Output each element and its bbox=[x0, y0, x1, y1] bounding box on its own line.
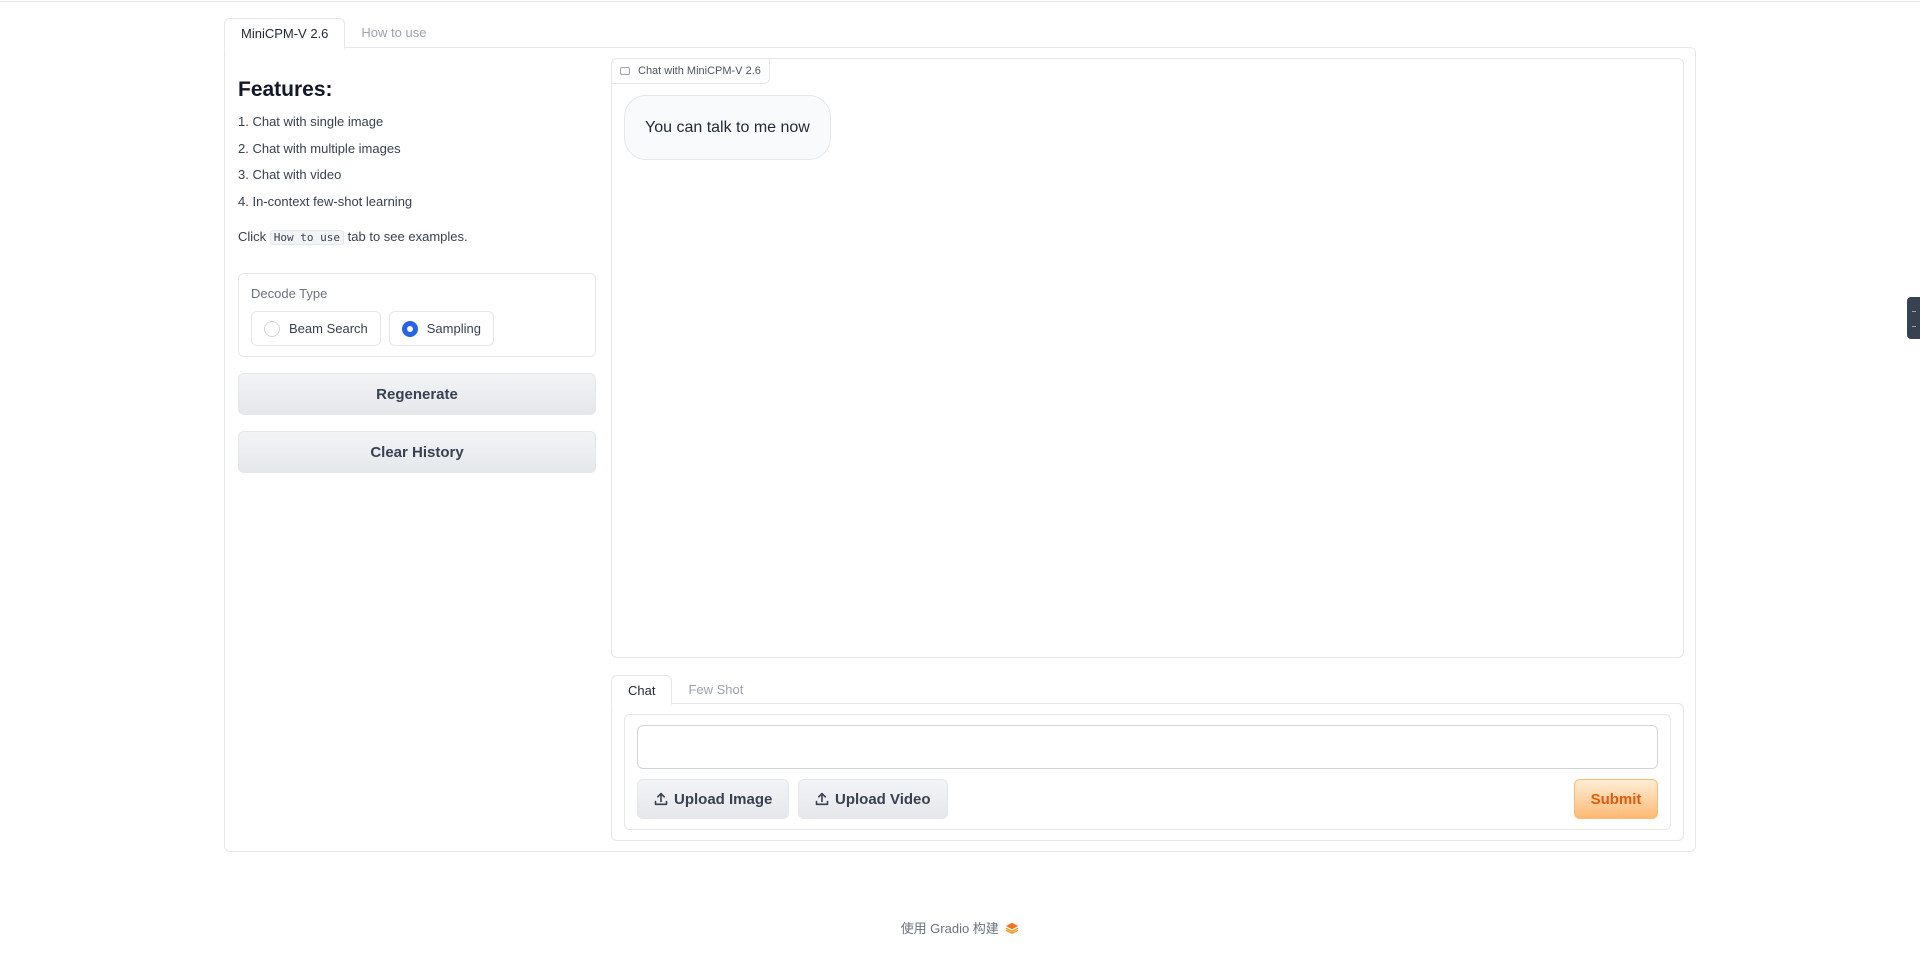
upload-icon bbox=[815, 792, 829, 806]
message-input[interactable] bbox=[637, 725, 1658, 769]
decode-type-group: Decode Type Beam Search Sampling bbox=[238, 273, 596, 357]
tab-chat[interactable]: Chat bbox=[611, 675, 673, 705]
clear-history-button[interactable]: Clear History bbox=[238, 431, 596, 473]
chat-icon bbox=[620, 67, 630, 75]
radio-label: Sampling bbox=[426, 321, 481, 336]
upload-image-label: Upload Image bbox=[674, 790, 773, 808]
hint-suffix: tab to see examples. bbox=[347, 229, 468, 244]
feature-item: 4. In-context few-shot learning bbox=[238, 193, 413, 209]
radio-beam-search[interactable]: Beam Search bbox=[251, 311, 381, 346]
tab-few-shot[interactable]: Few Shot bbox=[672, 675, 759, 704]
chatbot-label: Chat with MiniCPM-V 2.6 bbox=[611, 58, 770, 84]
chatbot: Chat with MiniCPM-V 2.6 You can talk to … bbox=[611, 58, 1684, 658]
submit-button[interactable]: Submit bbox=[1574, 779, 1658, 819]
radio-sampling[interactable]: Sampling bbox=[388, 311, 494, 346]
tab-how-to-use[interactable]: How to use bbox=[345, 18, 442, 48]
hint-prefix: Click bbox=[238, 229, 267, 244]
footer[interactable]: 使用 Gradio 构建 bbox=[0, 918, 1920, 937]
feature-item: 1. Chat with single image bbox=[238, 114, 384, 129]
input-tab-bar: Chat Few Shot bbox=[611, 675, 759, 705]
feature-list: 1. Chat with single image 2. Chat with m… bbox=[238, 109, 596, 215]
decode-type-options: Beam Search Sampling bbox=[251, 311, 583, 346]
feature-item: 2. Chat with multiple images bbox=[238, 140, 401, 156]
main-tab-bar: MiniCPM-V 2.6 How to use bbox=[224, 18, 442, 49]
main-panel: Features: 1. Chat with single image 2. C… bbox=[224, 47, 1696, 852]
top-divider bbox=[0, 1, 1920, 2]
upload-video-button[interactable]: Upload Video bbox=[798, 779, 948, 819]
radio-checked-icon[interactable] bbox=[401, 320, 418, 337]
chatbot-label-text: Chat with MiniCPM-V 2.6 bbox=[638, 65, 761, 77]
regenerate-button[interactable]: Regenerate bbox=[238, 373, 596, 415]
bot-message: You can talk to me now bbox=[624, 95, 831, 160]
left-column: Features: 1. Chat with single image 2. C… bbox=[238, 62, 596, 473]
footer-text[interactable]: 使用 Gradio 构建 bbox=[901, 921, 999, 936]
radio-label: Beam Search bbox=[289, 321, 368, 336]
decode-type-label: Decode Type bbox=[251, 286, 328, 301]
side-drawer-handle[interactable] bbox=[1907, 297, 1920, 339]
gradio-logo-icon bbox=[1005, 922, 1019, 934]
how-to-use-hint: Click How to use tab to see examples. bbox=[238, 227, 596, 248]
tab-minicpm[interactable]: MiniCPM-V 2.6 bbox=[224, 18, 346, 49]
input-tab-panel: Upload Image Upload Video Submit bbox=[611, 703, 1684, 841]
upload-video-label: Upload Video bbox=[835, 790, 931, 808]
upload-icon bbox=[654, 792, 668, 806]
input-card: Upload Image Upload Video Submit bbox=[624, 714, 1671, 830]
hint-code: How to use bbox=[269, 230, 345, 245]
upload-image-button[interactable]: Upload Image bbox=[637, 779, 790, 819]
radio-unchecked-icon[interactable] bbox=[264, 320, 280, 337]
feature-item: 3. Chat with video bbox=[238, 167, 342, 182]
features-title: Features: bbox=[238, 78, 333, 101]
